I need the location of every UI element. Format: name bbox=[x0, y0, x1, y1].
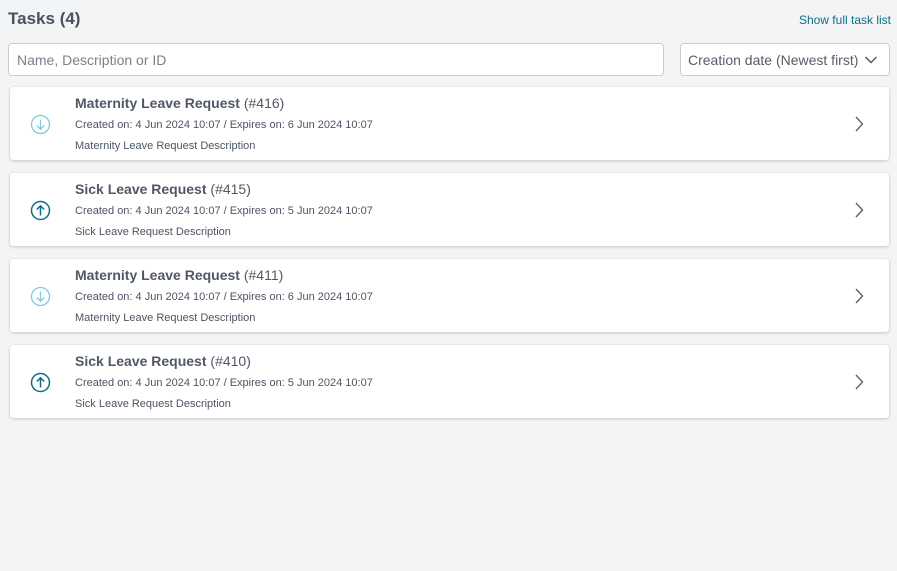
task-dates: Created on: 4 Jun 2024 10:07 / Expires o… bbox=[75, 119, 373, 131]
sort-select[interactable]: Creation date (Newest first) bbox=[680, 43, 890, 76]
task-dates: Created on: 4 Jun 2024 10:07 / Expires o… bbox=[75, 205, 373, 217]
task-name: Maternity Leave Request (#416) bbox=[75, 95, 284, 111]
arrow-down-circle-icon bbox=[30, 114, 51, 135]
tasks-page: Tasks (4) Show full task list Creation d… bbox=[0, 0, 897, 571]
task-description: Sick Leave Request Description bbox=[75, 398, 231, 410]
task-name: Sick Leave Request (#410) bbox=[75, 353, 251, 369]
chevron-right-icon bbox=[855, 374, 864, 390]
task-id: (#415) bbox=[210, 181, 251, 197]
task-dates: Created on: 4 Jun 2024 10:07 / Expires o… bbox=[75, 291, 373, 303]
task-title: Maternity Leave Request bbox=[75, 95, 240, 111]
arrow-up-circle-icon bbox=[30, 372, 51, 393]
sort-selected-value: Creation date (Newest first) bbox=[688, 52, 859, 68]
task-card[interactable]: Maternity Leave Request (#411) Created o… bbox=[10, 259, 889, 332]
arrow-down-circle-icon bbox=[30, 286, 51, 307]
task-dates: Created on: 4 Jun 2024 10:07 / Expires o… bbox=[75, 377, 373, 389]
task-description: Maternity Leave Request Description bbox=[75, 312, 256, 324]
task-card[interactable]: Sick Leave Request (#410) Created on: 4 … bbox=[10, 345, 889, 418]
task-name: Maternity Leave Request (#411) bbox=[75, 267, 283, 283]
arrow-up-circle-icon bbox=[30, 200, 51, 221]
chevron-right-icon bbox=[855, 116, 864, 132]
page-title-text: Tasks bbox=[8, 9, 55, 28]
search-input[interactable] bbox=[8, 43, 664, 76]
task-name: Sick Leave Request (#415) bbox=[75, 181, 251, 197]
show-full-task-list-link[interactable]: Show full task list bbox=[799, 13, 891, 27]
chevron-right-icon bbox=[855, 288, 864, 304]
tasks-header: Tasks (4) Show full task list bbox=[8, 8, 891, 32]
task-description: Maternity Leave Request Description bbox=[75, 140, 256, 152]
task-description: Sick Leave Request Description bbox=[75, 226, 231, 238]
chevron-down-icon bbox=[865, 56, 877, 64]
task-id: (#416) bbox=[243, 95, 285, 111]
page-title: Tasks (4) bbox=[8, 9, 80, 29]
chevron-right-icon bbox=[855, 202, 864, 218]
task-id: (#410) bbox=[210, 353, 251, 369]
task-count: (4) bbox=[59, 9, 81, 28]
task-title: Sick Leave Request bbox=[75, 181, 207, 197]
task-card[interactable]: Maternity Leave Request (#416) Created o… bbox=[10, 87, 889, 160]
task-title: Maternity Leave Request bbox=[75, 267, 240, 283]
task-id: (#411) bbox=[243, 267, 284, 283]
task-list: Maternity Leave Request (#416) Created o… bbox=[10, 87, 889, 431]
task-title: Sick Leave Request bbox=[75, 353, 207, 369]
task-card[interactable]: Sick Leave Request (#415) Created on: 4 … bbox=[10, 173, 889, 246]
